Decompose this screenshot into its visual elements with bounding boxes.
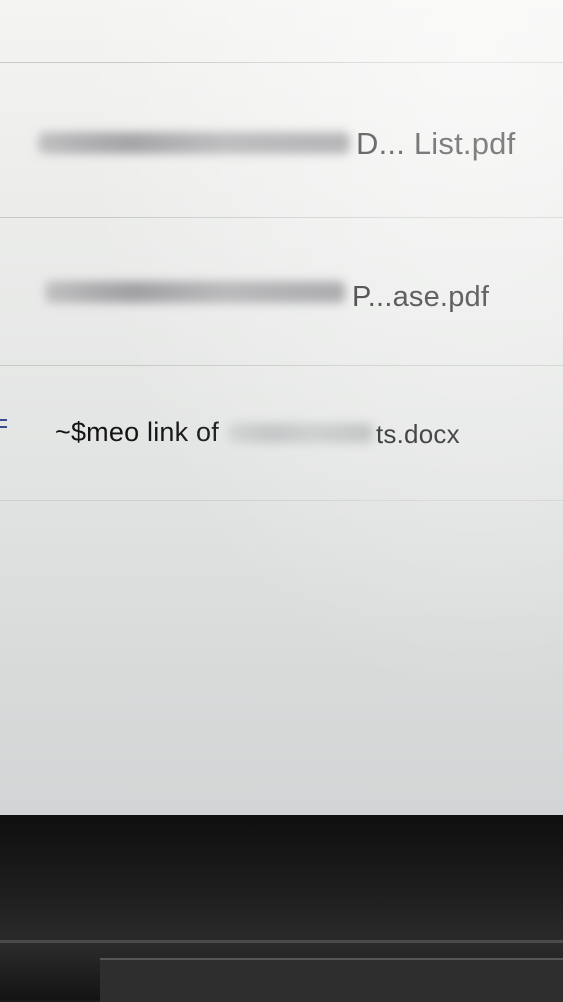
file-name[interactable]: P...ase.pdf (352, 281, 489, 314)
redacted-filename-prefix (38, 132, 350, 154)
redacted-filename-prefix (45, 281, 345, 303)
file-name[interactable]: D... List.pdf (356, 126, 515, 162)
file-name-suffix[interactable]: ts.docx (376, 419, 460, 450)
file-name[interactable]: ~$meo link of (55, 417, 219, 448)
file-list-screen: D... List.pdf P...ase.pdf ~$meo link of … (0, 0, 563, 820)
selection-marker-icon (0, 419, 7, 428)
row-divider (0, 500, 563, 501)
file-row-2[interactable]: P...ase.pdf (0, 217, 563, 365)
file-row-3[interactable]: ~$meo link of ts.docx (0, 365, 563, 500)
file-row-1[interactable]: D... List.pdf (0, 62, 563, 217)
bezel-edge (0, 940, 563, 943)
redacted-filename-middle (228, 423, 373, 443)
bezel-panel (100, 958, 563, 1002)
